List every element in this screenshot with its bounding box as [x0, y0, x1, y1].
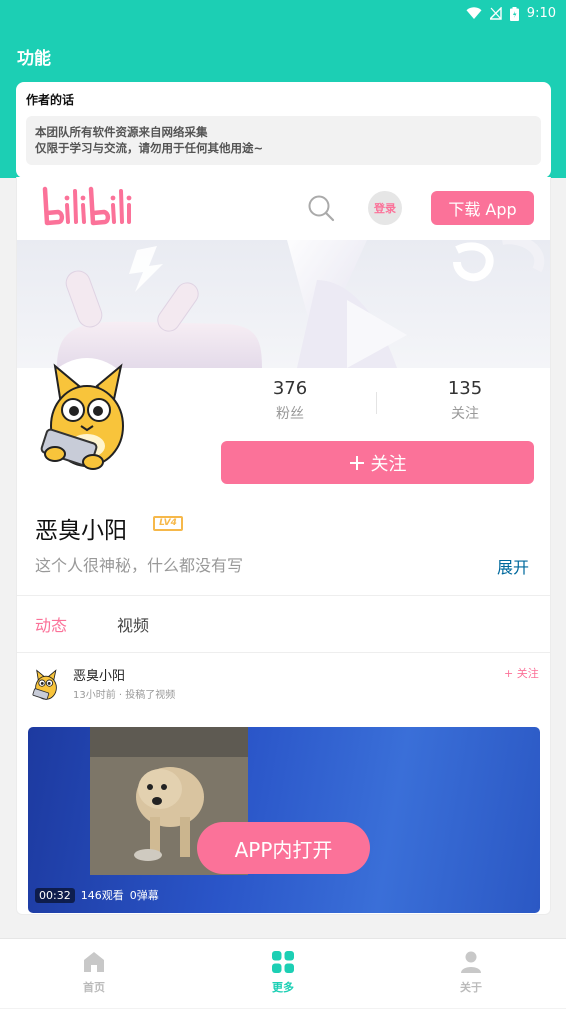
post-meta: 13小时前 · 投稿了视频 — [73, 690, 176, 701]
nav-about-label: 关于 — [460, 981, 482, 994]
tab-dynamics[interactable]: 动态 — [35, 612, 67, 636]
following-count: 135 — [447, 378, 483, 399]
signal-icon — [489, 7, 502, 20]
bottom-nav: 首页 更多 关于 — [0, 938, 566, 1008]
battery-icon — [509, 6, 519, 21]
author-note-line: 本团队所有软件资源来自网络采集 — [35, 125, 208, 139]
bilibili-webview: 登录 下载 App 376 粉丝 135 关注 关注 恶臭小阳 LV4 这个人很… — [16, 177, 551, 915]
video-danmaku: 0弹幕 — [129, 889, 159, 902]
nav-home-label: 首页 — [83, 981, 105, 994]
fans-label: 粉丝 — [276, 406, 304, 422]
follow-button-label: 关注 — [370, 453, 407, 475]
avatar[interactable] — [35, 358, 139, 475]
following-label: 关注 — [451, 406, 479, 422]
fans-stat[interactable]: 376 粉丝 — [245, 378, 335, 423]
nav-home[interactable]: 首页 — [34, 939, 154, 1009]
page-title: 功能 — [17, 49, 51, 69]
level-badge: LV4 — [153, 516, 183, 531]
video-duration: 00:32 — [35, 887, 75, 903]
login-button[interactable]: 登录 — [368, 191, 402, 225]
author-note-line: 仅限于学习与交流，请勿用于任何其他用途~ — [35, 141, 264, 155]
nav-more-label: 更多 — [272, 981, 294, 994]
video-views: 146观看 — [80, 889, 124, 902]
post-avatar[interactable] — [31, 668, 61, 702]
video-thumbnail[interactable]: APP内打开 00:32 146观看 0弹幕 — [28, 727, 540, 913]
divider — [17, 595, 550, 596]
fans-count: 376 — [272, 378, 308, 399]
expand-link[interactable]: 展开 — [497, 554, 529, 578]
post-username[interactable]: 恶臭小阳 — [73, 665, 125, 684]
nav-more[interactable]: 更多 — [223, 939, 343, 1009]
tab-videos[interactable]: 视频 — [117, 612, 149, 636]
status-time: 9:10 — [526, 6, 556, 21]
bilibili-header: 登录 下载 App — [17, 177, 550, 240]
wifi-icon — [466, 7, 482, 19]
home-icon — [84, 952, 104, 972]
grid-icon — [272, 951, 294, 973]
open-in-app-button[interactable]: APP内打开 — [197, 822, 370, 874]
author-note-title: 作者的话 — [26, 93, 75, 107]
plus-icon — [349, 455, 364, 470]
profile-bio: 这个人很神秘，什么都没有写 — [35, 556, 244, 575]
divider — [17, 652, 550, 653]
video-stats: 00:32 146观看 0弹幕 — [35, 887, 159, 903]
status-bar: 9:10 — [0, 0, 566, 30]
author-note-card: 作者的话 本团队所有软件资源来自网络采集 仅限于学习与交流，请勿用于任何其他用途… — [16, 82, 551, 178]
nav-about[interactable]: 关于 — [411, 939, 531, 1009]
author-note-box: 本团队所有软件资源来自网络采集 仅限于学习与交流，请勿用于任何其他用途~ — [26, 116, 541, 165]
person-icon — [461, 951, 481, 973]
bilibili-logo-icon[interactable] — [41, 185, 133, 229]
search-icon[interactable] — [307, 194, 335, 222]
profile-banner — [17, 240, 550, 368]
download-app-button[interactable]: 下载 App — [431, 191, 534, 225]
banner-illustration — [57, 240, 545, 368]
following-stat[interactable]: 135 关注 — [420, 378, 510, 423]
profile-avatar-frame — [35, 358, 139, 475]
follow-button[interactable]: 关注 — [221, 441, 534, 484]
stat-divider — [376, 392, 377, 414]
profile-username: 恶臭小阳 — [35, 518, 127, 544]
post-follow-button[interactable]: + 关注 — [504, 665, 539, 681]
